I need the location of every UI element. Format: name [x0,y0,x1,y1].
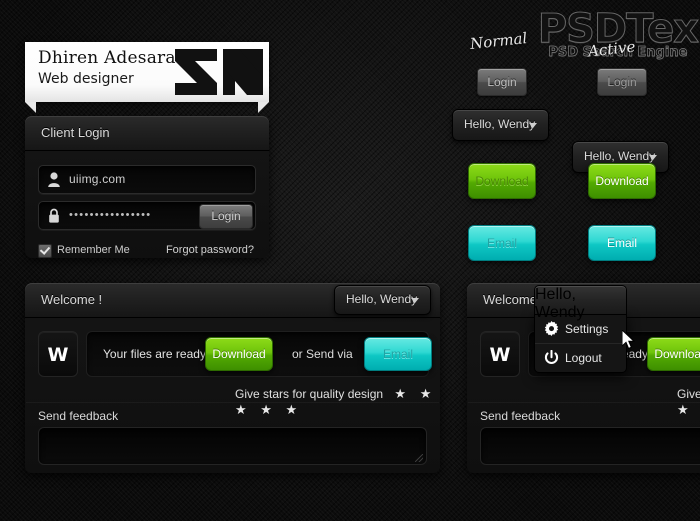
password-value: •••••••••••••••• [69,209,152,221]
user-menu: Hello, Wendy Settings Logout [534,285,627,373]
feedback-textarea-duplicate[interactable] [480,427,700,465]
svg-text:W: W [48,344,69,366]
rating-label-duplicate: Give stars for quality design [677,387,700,401]
client-login-header: Client Login [25,116,269,151]
files-ready-row: W Your files are ready !! Download or Se… [38,331,432,377]
feedback-label-duplicate: Send feedback [480,409,561,423]
welcome-email-button[interactable]: Email [364,337,432,371]
menu-item-logout[interactable]: Logout [535,344,626,372]
user-menu-trigger[interactable]: Hello, Wendy [534,285,627,321]
username-input[interactable]: uiimg.com [38,165,256,194]
logo-banner: Dhiren Adesara Web designer [25,42,269,113]
welcome-title: Welcome ! [41,292,103,307]
client-login-title: Client Login [41,125,110,140]
gear-icon [544,321,559,336]
files-ready-message: Your files are ready !! [103,347,216,361]
svg-text:W: W [490,344,511,366]
user-menu-list: Settings Logout [534,314,627,373]
mouse-cursor-icon [621,328,636,350]
welcome-user-dropdown[interactable]: Hello, Wendy [334,285,431,315]
welcome-header: Welcome ! Hello, Wendy [25,283,440,318]
banner-fold-right [258,102,269,113]
logo-tagline: Web designer [38,71,134,87]
menu-item-settings-label: Settings [565,322,609,336]
login-button[interactable]: Login [199,204,253,229]
welcome-download-button[interactable]: Download [205,337,273,371]
menu-item-settings[interactable]: Settings [535,315,626,344]
menu-item-logout-label: Logout [565,351,602,365]
username-value: uiimg.com [69,172,126,186]
remember-me-checkbox[interactable] [38,244,52,258]
avatar-duplicate: W [480,331,520,377]
power-icon [544,349,559,365]
forgot-password-link[interactable]: Forgot password? [166,244,254,256]
client-login-panel: Client Login uiimg.com •••••••••••••••• … [25,116,269,258]
welcome-panel: Welcome ! Hello, Wendy W Your files are … [25,283,440,473]
zn-monogram-icon [173,47,265,97]
files-ready-strip: Your files are ready !! Download or Send… [86,331,432,377]
welcome-panel-duplicate-region: Welcome ! W Your files are ready !! Down… [455,0,700,521]
feedback-label: Send feedback [38,409,119,423]
remember-me-row: Remember Me Forgot password? [38,243,254,259]
ui-kit-showcase: PSDTex PSD Search Engine Dhiren Adesara … [0,0,700,521]
lock-icon [47,207,61,224]
feedback-textarea[interactable] [38,427,427,465]
welcome-download-button-duplicate[interactable]: Download [647,337,700,371]
rating-label: Give stars for quality design [235,387,384,401]
panel-divider [26,402,439,403]
welcome-user-dropdown-label: Hello, Wendy [346,292,418,306]
remember-me-label: Remember Me [57,244,130,256]
resize-handle[interactable] [415,454,423,462]
send-via-text: or Send via [292,347,353,361]
logo-name: Dhiren Adesara [38,48,176,68]
panel-divider-duplicate [468,402,700,403]
password-input[interactable]: •••••••••••••••• Login [38,201,256,230]
avatar: W [38,331,78,377]
banner-fold-left [25,102,36,113]
user-icon [47,171,61,188]
chevron-down-icon [411,298,419,303]
